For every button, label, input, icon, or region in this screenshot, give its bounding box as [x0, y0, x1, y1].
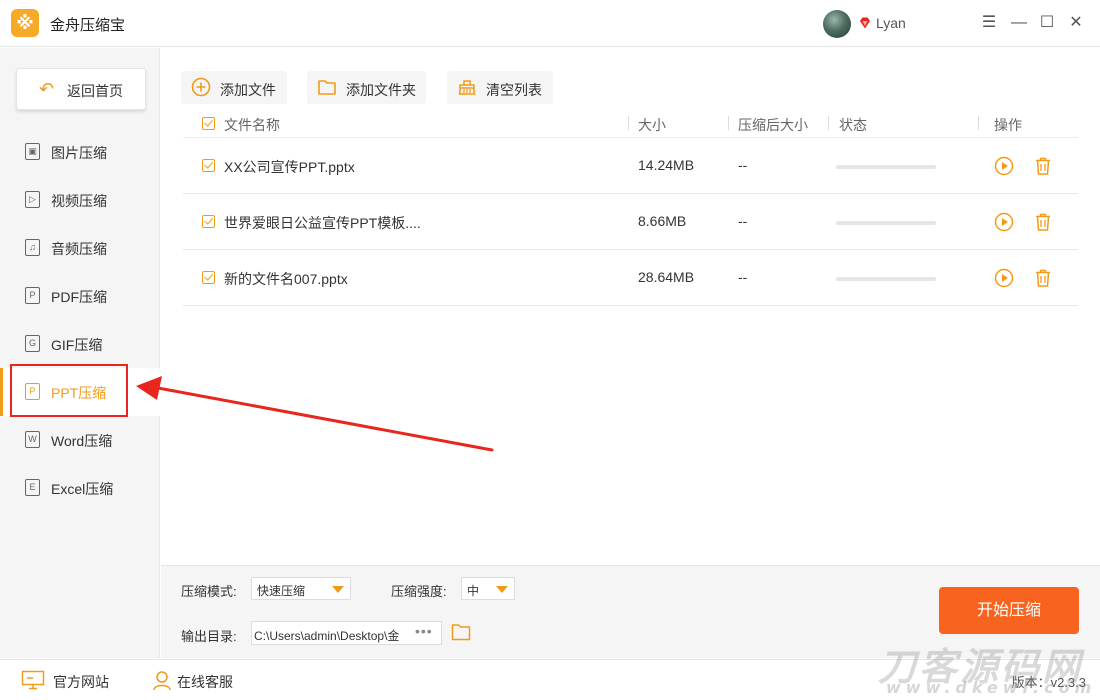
progress-bar — [836, 221, 936, 225]
trash-icon[interactable] — [1033, 156, 1053, 176]
header-action: 操作 — [994, 117, 1022, 133]
header-divider — [828, 116, 829, 130]
highlight-box — [10, 364, 128, 417]
table-row: 世界爱眼日公益宣传PPT模板.... 8.66MB -- — [183, 194, 1078, 250]
file-name: 新的文件名007.pptx — [224, 271, 348, 287]
minimize-icon[interactable]: — — [1009, 13, 1029, 33]
add-folder-button[interactable]: 添加文件夹 — [307, 71, 426, 104]
header-divider — [728, 116, 729, 130]
compressed-size: -- — [738, 157, 748, 173]
sidebar-item-image[interactable]: ▣ 图片压缩 — [0, 128, 160, 176]
file-size: 14.24MB — [638, 157, 695, 173]
compress-mode-select[interactable]: 快速压缩 — [251, 577, 351, 600]
sidebar-item-label: GIF压缩 — [51, 337, 103, 353]
select-all-checkbox[interactable] — [202, 117, 215, 130]
add-circle-icon — [191, 77, 211, 97]
table-row: 新的文件名007.pptx 28.64MB -- — [183, 250, 1078, 306]
compressed-size: -- — [738, 269, 748, 285]
header-divider — [628, 116, 629, 130]
back-home-label: 返回首页 — [67, 83, 123, 99]
maximize-icon[interactable]: ☐ — [1037, 13, 1057, 33]
excel-file-icon: E — [25, 479, 40, 496]
progress-bar — [836, 165, 936, 169]
monitor-icon — [21, 670, 45, 690]
start-compress-button[interactable]: 开始压缩 — [939, 587, 1079, 634]
row-checkbox[interactable] — [202, 159, 215, 172]
folder-icon — [318, 80, 336, 95]
compressed-size: -- — [738, 213, 748, 229]
pdf-file-icon: P — [25, 287, 40, 304]
file-name: XX公司宣传PPT.pptx — [224, 159, 355, 175]
header-size: 大小 — [638, 117, 666, 133]
video-file-icon: ▷ — [25, 191, 40, 208]
add-file-label: 添加文件 — [220, 82, 276, 98]
app-title: 金舟压缩宝 — [50, 17, 126, 34]
output-dir-label: 输出目录: — [181, 629, 237, 644]
trash-icon[interactable] — [1033, 268, 1053, 288]
sidebar-item-label: 视频压缩 — [51, 193, 107, 209]
sidebar-item-gif[interactable]: G GIF压缩 — [0, 320, 160, 368]
close-icon[interactable]: ✕ — [1066, 13, 1086, 33]
vip-diamond-icon — [860, 17, 870, 29]
active-indicator — [0, 368, 3, 416]
title-bar: ※ 金舟压缩宝 Lyan ☰ — ☐ ✕ — [0, 0, 1100, 47]
header-file-name: 文件名称 — [224, 117, 280, 133]
user-name[interactable]: Lyan — [876, 15, 906, 31]
add-file-button[interactable]: 添加文件 — [181, 71, 287, 104]
file-size: 8.66MB — [638, 213, 687, 229]
official-website-link[interactable]: 官方网站 — [53, 672, 109, 692]
app-logo-icon: ※ — [11, 9, 39, 37]
file-size: 28.64MB — [638, 269, 695, 285]
sidebar-item-pdf[interactable]: P PDF压缩 — [0, 272, 160, 320]
browse-folder-icon[interactable] — [451, 623, 471, 641]
menu-icon[interactable]: ☰ — [979, 13, 999, 33]
compress-mode-value: 快速压缩 — [257, 584, 306, 598]
sidebar-item-label: Word压缩 — [51, 433, 113, 449]
add-folder-label: 添加文件夹 — [346, 82, 416, 98]
sidebar: ↶ 返回首页 ▣ 图片压缩 ▷ 视频压缩 ♫ 音频压缩 P PDF压缩 G GI… — [0, 48, 160, 658]
back-arrow-icon: ↶ — [39, 79, 55, 99]
sidebar-item-audio[interactable]: ♫ 音频压缩 — [0, 224, 160, 272]
customer-service-icon — [153, 671, 171, 691]
output-dir-value: C:\Users\admin\Desktop\金 — [254, 629, 400, 643]
row-checkbox[interactable] — [202, 215, 215, 228]
back-home-button[interactable]: ↶ 返回首页 — [16, 68, 146, 110]
trash-icon[interactable] — [1033, 212, 1053, 232]
chevron-down-icon — [496, 586, 508, 593]
play-icon[interactable] — [994, 212, 1014, 232]
annotation-arrow — [136, 376, 494, 452]
watermark-url: www.dkewl.com — [886, 678, 1097, 697]
compress-mode-label: 压缩模式: — [181, 584, 237, 599]
output-dir-input[interactable]: C:\Users\admin\Desktop\金 ••• — [251, 621, 442, 645]
image-file-icon: ▣ — [25, 143, 40, 160]
compress-strength-label: 压缩强度: — [391, 584, 447, 599]
play-icon[interactable] — [994, 156, 1014, 176]
progress-bar — [836, 277, 936, 281]
gif-file-icon: G — [25, 335, 40, 352]
compress-strength-value: 中 — [467, 584, 480, 598]
table-row: XX公司宣传PPT.pptx 14.24MB -- — [183, 138, 1078, 194]
word-file-icon: W — [25, 431, 40, 448]
header-divider — [978, 116, 979, 130]
online-support-link[interactable]: 在线客服 — [177, 672, 233, 692]
header-status: 状态 — [839, 117, 867, 133]
audio-file-icon: ♫ — [25, 239, 40, 256]
sidebar-item-excel[interactable]: E Excel压缩 — [0, 464, 160, 512]
row-checkbox[interactable] — [202, 271, 215, 284]
sidebar-item-label: 音频压缩 — [51, 241, 107, 257]
sidebar-item-label: 图片压缩 — [51, 145, 107, 161]
play-icon[interactable] — [994, 268, 1014, 288]
more-options-icon[interactable]: ••• — [415, 623, 433, 639]
user-avatar[interactable] — [823, 10, 851, 38]
sidebar-item-video[interactable]: ▷ 视频压缩 — [0, 176, 160, 224]
header-compressed-size: 压缩后大小 — [738, 117, 808, 133]
sidebar-item-label: PDF压缩 — [51, 289, 107, 305]
compress-strength-select[interactable]: 中 — [461, 577, 515, 600]
file-name: 世界爱眼日公益宣传PPT模板.... — [224, 215, 421, 231]
chevron-down-icon — [332, 586, 344, 593]
broom-icon — [458, 80, 476, 95]
clear-list-button[interactable]: 清空列表 — [447, 71, 553, 104]
sidebar-item-label: Excel压缩 — [51, 481, 114, 497]
clear-list-label: 清空列表 — [486, 82, 542, 98]
